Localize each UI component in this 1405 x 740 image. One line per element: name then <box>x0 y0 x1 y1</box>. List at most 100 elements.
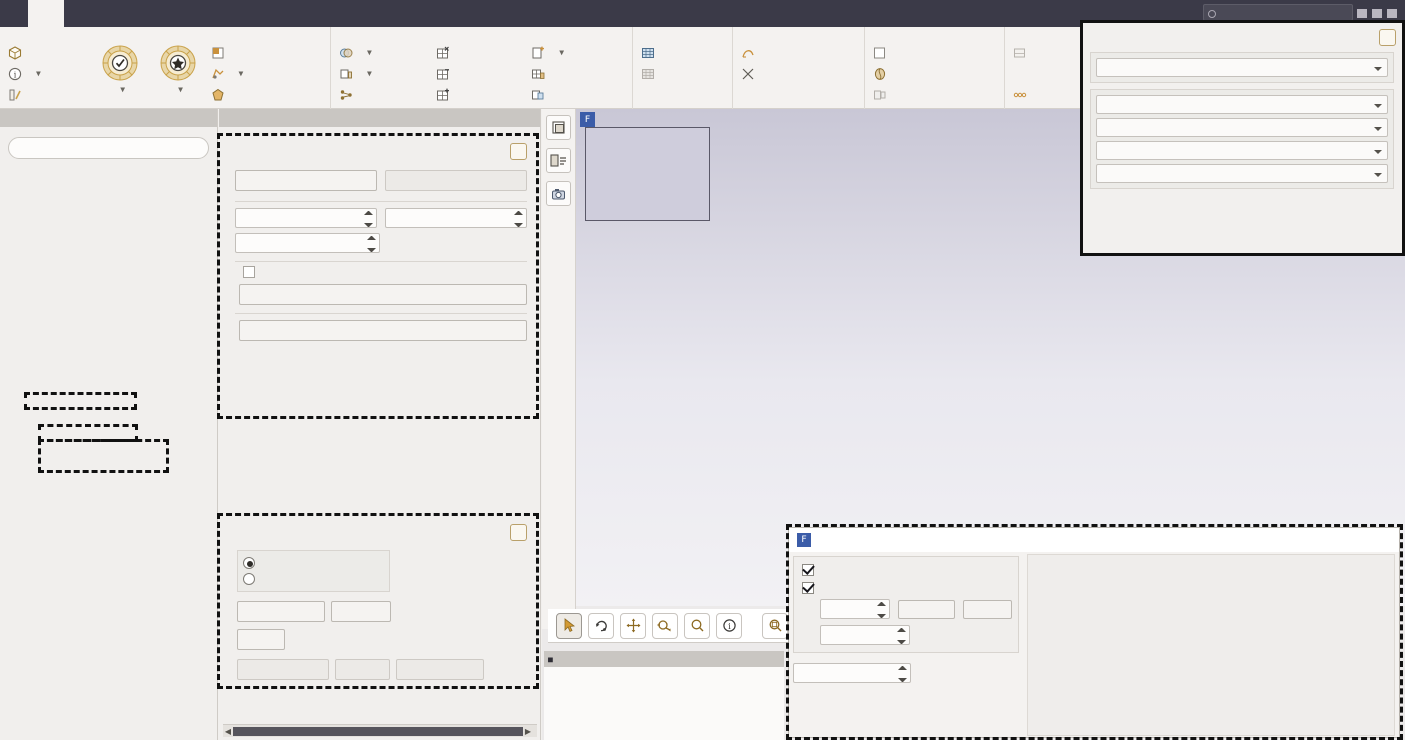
tab-file[interactable] <box>0 0 28 27</box>
ribbon-turbo-topology-button[interactable] <box>871 64 998 83</box>
tab-domain[interactable] <box>28 0 64 27</box>
quick-search-input[interactable] <box>1203 4 1353 21</box>
hybrid-initialization-row[interactable] <box>243 555 384 571</box>
iterations-to-store-input[interactable] <box>793 663 911 683</box>
pressure-select[interactable] <box>1096 118 1388 137</box>
initialize-button[interactable] <box>331 601 391 622</box>
tab-results[interactable] <box>172 0 208 27</box>
minimize-button[interactable] <box>1357 9 1367 18</box>
ribbon-replace-mesh-button[interactable] <box>529 64 626 83</box>
camera-icon[interactable] <box>546 181 571 206</box>
ribbon-make-polyhedra-button[interactable] <box>209 85 324 104</box>
scheme-select[interactable] <box>1096 58 1388 77</box>
window-stepper[interactable] <box>877 602 887 618</box>
momentum-select[interactable] <box>1096 141 1388 160</box>
run-calculation-help-icon[interactable] <box>510 143 527 160</box>
iterations-to-plot-input[interactable] <box>820 625 910 645</box>
scroll-right-icon[interactable]: ▶ <box>523 727 533 736</box>
tab-design[interactable] <box>280 0 316 27</box>
print-to-console-checkbox[interactable] <box>802 563 814 576</box>
reset-statistics-button[interactable] <box>396 659 484 680</box>
ribbon-adjacency-button[interactable] <box>337 85 430 104</box>
new-window-icon[interactable] <box>546 115 571 140</box>
chevron-down-icon[interactable]: ▼ <box>367 69 372 78</box>
data-file-quantities-button[interactable] <box>239 284 527 305</box>
ribbon-units-button[interactable] <box>6 85 89 104</box>
reset-lwf-button[interactable] <box>335 659 390 680</box>
ribbon-append-button[interactable]: ▼ <box>529 43 626 62</box>
tab-user-defined[interactable] <box>100 0 136 27</box>
zoom-out-icon[interactable] <box>652 612 678 639</box>
zoom-to-fit-icon[interactable] <box>762 612 788 639</box>
select-arrow-icon[interactable] <box>556 612 582 639</box>
console-output[interactable] <box>544 667 784 740</box>
info-probe-icon[interactable]: i <box>716 612 742 639</box>
tab-physics[interactable] <box>64 0 100 27</box>
ribbon-display-button[interactable] <box>6 43 89 62</box>
ribbon-turbo-enable-checkbox[interactable] <box>871 43 998 62</box>
console-pin-icon[interactable]: ■ <box>548 655 553 664</box>
ribbon-overset-button[interactable] <box>639 64 726 83</box>
ribbon-collapse-icon[interactable] <box>316 0 336 27</box>
standard-initialization-radio[interactable] <box>243 573 255 585</box>
more-settings-button[interactable] <box>237 601 325 622</box>
chevron-down-icon[interactable]: ▼ <box>239 69 244 78</box>
ribbon-scale-button[interactable] <box>209 43 324 62</box>
ribbon-check-button[interactable]: ▼ <box>93 43 147 95</box>
ribbon-replace-zone-button[interactable] <box>529 85 626 104</box>
profile-update-interval-stepper[interactable] <box>367 236 376 252</box>
ribbon-combine-button[interactable]: ▼ <box>337 43 430 62</box>
plot-row[interactable] <box>802 580 1012 595</box>
ribbon-turbo-create-button[interactable] <box>871 85 998 104</box>
ribbon-deactivate-zone-button[interactable] <box>434 64 525 83</box>
ribbon-info-button[interactable]: i ▼ <box>6 64 89 83</box>
rotate-icon[interactable] <box>588 612 614 639</box>
gradient-select[interactable] <box>1096 95 1388 114</box>
chevron-down-icon[interactable]: ▼ <box>367 48 372 57</box>
ribbon-quality-button[interactable]: ▼ <box>151 43 205 95</box>
task-page-scroll-thumb[interactable] <box>233 726 523 736</box>
iterations-to-plot-stepper[interactable] <box>897 628 906 644</box>
chevron-down-icon[interactable]: ▼ <box>178 85 183 94</box>
chevron-down-icon[interactable]: ▼ <box>120 85 125 94</box>
iterations-to-store-stepper[interactable] <box>898 666 907 682</box>
maximize-button[interactable] <box>1372 9 1382 18</box>
task-page-hscrollbar[interactable]: ◀ ▶ <box>223 724 537 737</box>
ribbon-activate-zone-button[interactable] <box>434 85 525 104</box>
close-button[interactable] <box>1387 9 1397 18</box>
calculate-button[interactable] <box>239 320 527 341</box>
scroll-left-icon[interactable]: ◀ <box>223 727 233 736</box>
number-of-iterations-input[interactable] <box>235 208 377 228</box>
solution-initialization-help-icon[interactable] <box>510 524 527 541</box>
ribbon-mixing-planes-button[interactable] <box>739 64 858 83</box>
ribbon-interface-mesh-button[interactable] <box>639 43 726 62</box>
standard-initialization-row[interactable] <box>243 571 384 587</box>
tab-solution[interactable] <box>136 0 172 27</box>
update-dynamic-mesh-button[interactable] <box>385 170 527 191</box>
hybrid-initialization-radio[interactable] <box>243 557 255 569</box>
curves-button[interactable] <box>898 599 956 619</box>
data-sampling-checkbox[interactable] <box>243 266 255 278</box>
outline-filter-input[interactable] <box>8 137 209 159</box>
window-layout-icon[interactable] <box>546 148 571 173</box>
pan-icon[interactable] <box>620 612 646 639</box>
ribbon-separate-button[interactable]: ▼ <box>337 64 430 83</box>
chevron-down-icon[interactable]: ▼ <box>36 69 41 78</box>
tab-view[interactable] <box>208 0 244 27</box>
print-to-console-row[interactable] <box>802 562 1012 577</box>
data-sampling-checkbox-row[interactable] <box>243 266 527 278</box>
number-of-iterations-stepper[interactable] <box>364 211 373 227</box>
reset-dpm-sources-button[interactable] <box>237 659 329 680</box>
reporting-interval-input[interactable] <box>385 208 527 228</box>
axes-button[interactable] <box>963 599 1012 619</box>
ribbon-transform-button[interactable]: ▼ <box>209 64 324 83</box>
window-input[interactable] <box>820 599 891 619</box>
chevron-down-icon[interactable]: ▼ <box>559 48 564 57</box>
plot-checkbox[interactable] <box>802 581 814 594</box>
patch-button[interactable] <box>237 629 285 650</box>
ribbon-delete-zone-button[interactable] <box>434 43 525 62</box>
energy-select[interactable] <box>1096 164 1388 183</box>
reporting-interval-stepper[interactable] <box>514 211 523 227</box>
profile-update-interval-input[interactable] <box>235 233 380 253</box>
ribbon-dynamic-mesh-button[interactable] <box>739 43 858 62</box>
